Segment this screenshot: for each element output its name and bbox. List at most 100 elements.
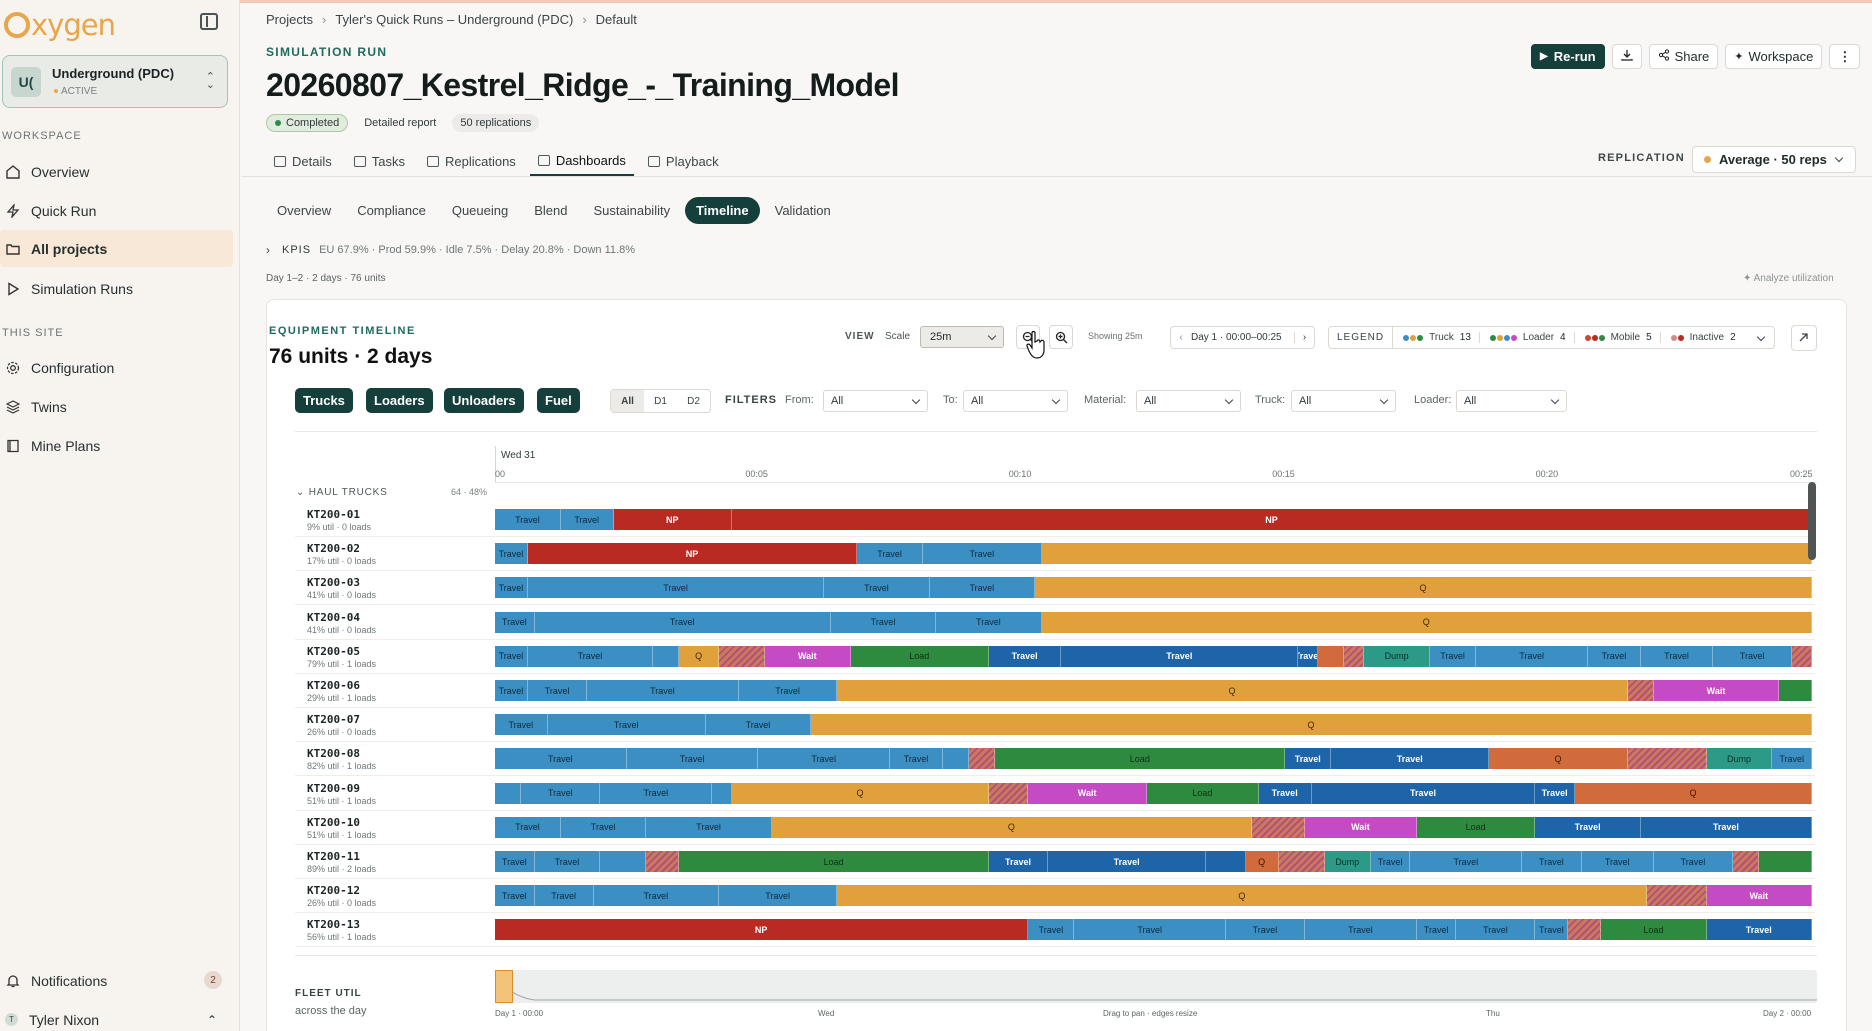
timeline-segment-q[interactable]: Q [837,680,1628,701]
timeline-segment-haul[interactable]: Travel [1311,782,1536,804]
scale-select[interactable]: 25m [920,326,1004,348]
timeline-segment-travel[interactable]: Travel [547,714,706,736]
timeline-segment-travel[interactable]: Travel [718,885,838,907]
timeline-segment-travel[interactable]: Travel [1535,919,1569,941]
timeline-segment-travel[interactable]: Travel [1304,919,1417,941]
timeline-segment-q[interactable]: Q [771,816,1253,838]
timeline-segment-travel[interactable]: Travel [1581,851,1654,872]
timeline-segment-travel[interactable]: Travel [1713,645,1793,667]
row-equipment-name[interactable]: KT200-08 [307,747,360,760]
timeline-segment-travel[interactable] [712,782,733,804]
timeline-segment-wait[interactable]: Wait [1706,885,1812,907]
timeline-segment-travel[interactable]: Travel [495,714,548,736]
timeline-segment-haul[interactable]: Travel [1535,816,1641,838]
timeline-segment-haul[interactable]: Travel [1535,782,1575,804]
timeline-segment-orange[interactable] [1318,645,1345,667]
timeline-segment-q[interactable]: Q [732,782,989,804]
timeline-segment-wait[interactable]: Wait [1028,782,1147,804]
timeline-segment-np[interactable]: NP [495,919,1029,941]
collapse-sidebar-icon[interactable] [200,13,218,30]
timeline-segment-travel[interactable]: Travel [1653,851,1733,872]
timeline-segment-dump[interactable]: Dump [1364,645,1431,667]
analyze-utilization-link[interactable]: ✦ Analyze utilization [1743,273,1834,284]
tab-details[interactable]: Details [266,146,340,176]
filter-truck-select[interactable]: All [1291,390,1396,412]
timeline-segment-travel[interactable]: Travel [495,748,627,770]
share-button[interactable]: Share [1648,44,1719,69]
timeline-segment-load[interactable]: Load [1416,816,1536,838]
timeline-segment-q[interactable]: Q [1034,577,1812,599]
timeline-segment-travel[interactable]: Travel [626,748,759,770]
timeline-segment-hatch[interactable] [1627,680,1654,701]
expand-button[interactable] [1791,325,1817,351]
segment-all[interactable]: All [611,390,644,412]
timeline-segment-travel[interactable]: Travel [923,543,1042,565]
replication-select[interactable]: Average · 50 reps [1692,146,1856,173]
fleet-viewport-handle[interactable] [495,970,513,1003]
timeline-segment-travel[interactable]: Travel [534,851,601,872]
timeline-segment-haul[interactable]: Travel [1258,782,1312,804]
timeline-segment-travel[interactable]: Travel [495,816,561,838]
subtab-queueing[interactable]: Queueing [441,197,519,224]
timeline-segment-hatch[interactable] [1252,816,1305,838]
timeline-segment-travel[interactable]: Travel [495,543,528,565]
next-day-button[interactable]: › [1294,332,1314,343]
timeline-scrollbar[interactable] [1808,482,1816,560]
row-equipment-name[interactable]: KT200-01 [307,508,360,521]
filter-fuel-button[interactable]: Fuel [537,388,580,413]
timeline-segment-travel[interactable]: Travel [758,748,891,770]
row-equipment-name[interactable]: KT200-13 [307,918,360,931]
timeline-segment-travel[interactable]: Travel [1772,748,1812,770]
filter-from-select[interactable]: All [823,390,928,412]
timeline-segment-travel[interactable]: Travel [495,885,535,907]
timeline-segment-travel[interactable]: Travel [527,645,654,667]
filter-trucks-button[interactable]: Trucks [295,388,353,413]
subtab-sustainability[interactable]: Sustainability [582,197,681,224]
row-equipment-name[interactable]: KT200-02 [307,542,360,555]
segment-d2[interactable]: D2 [677,390,710,412]
timeline-segment-load[interactable]: Load [1601,919,1707,941]
row-equipment-name[interactable]: KT200-03 [307,576,360,589]
timeline-segment-travel[interactable] [653,645,680,667]
timeline-segment-travel[interactable]: Travel [1522,851,1582,872]
timeline-segment-load[interactable]: Load [850,645,989,667]
timeline-segment-travel[interactable]: Travel [1416,919,1457,941]
timeline-segment-travel[interactable]: Travel [534,885,594,907]
timeline-segment-hatch[interactable] [1732,851,1760,872]
group-haul-trucks[interactable]: ⌄ HAUL TRUCKS [296,487,388,498]
filter-unloaders-button[interactable]: Unloaders [444,388,524,413]
subtab-compliance[interactable]: Compliance [346,197,437,224]
tab-playback[interactable]: Playback [640,146,727,176]
subtab-timeline[interactable]: Timeline [685,197,760,224]
breadcrumb-default[interactable]: Default [596,12,637,27]
timeline-segment-load[interactable] [1779,680,1812,701]
timeline-segment-wait[interactable]: Wait [1653,680,1780,701]
filter-to-select[interactable]: All [963,390,1068,412]
timeline-segment-travel[interactable]: Travel [1476,645,1589,667]
detailed-report-link[interactable]: Detailed report [356,114,444,132]
timeline-segment-haul[interactable]: Travel [988,851,1049,872]
brand-logo[interactable]: xygen [4,8,116,42]
timeline-segment-travel[interactable]: Travel [600,782,713,804]
timeline-segment-haul[interactable]: Travel [1048,851,1207,872]
tab-replications[interactable]: Replications [419,146,524,176]
tab-tasks[interactable]: Tasks [346,146,413,176]
timeline-segment-travel[interactable]: Travel [495,851,535,872]
timeline-segment-travel[interactable]: Travel [1028,919,1075,941]
fleet-util-overview[interactable] [494,970,1817,1003]
timeline-segment-travel[interactable]: Travel [890,748,943,770]
timeline-segment-travel[interactable]: Travel [587,680,739,701]
timeline-segment-travel[interactable] [495,782,522,804]
row-equipment-name[interactable]: KT200-07 [307,713,360,726]
row-equipment-name[interactable]: KT200-09 [307,782,360,795]
timeline-segment-wait[interactable]: Wait [764,645,851,667]
timeline-segment-np[interactable]: NP [732,509,1812,530]
timeline-segment-orange[interactable]: Q [1245,851,1279,872]
timeline-segment-haul[interactable]: Travel [988,645,1062,667]
timeline-segment-haul[interactable]: Travel [1061,645,1299,667]
timeline-segment-travel[interactable]: Travel [1074,919,1226,941]
timeline-segment-travel[interactable]: Travel [560,509,614,530]
timeline-segment-travel[interactable]: Travel [830,611,937,633]
tab-dashboards[interactable]: Dashboards [529,146,634,176]
breadcrumb-projects[interactable]: Projects [266,12,313,27]
